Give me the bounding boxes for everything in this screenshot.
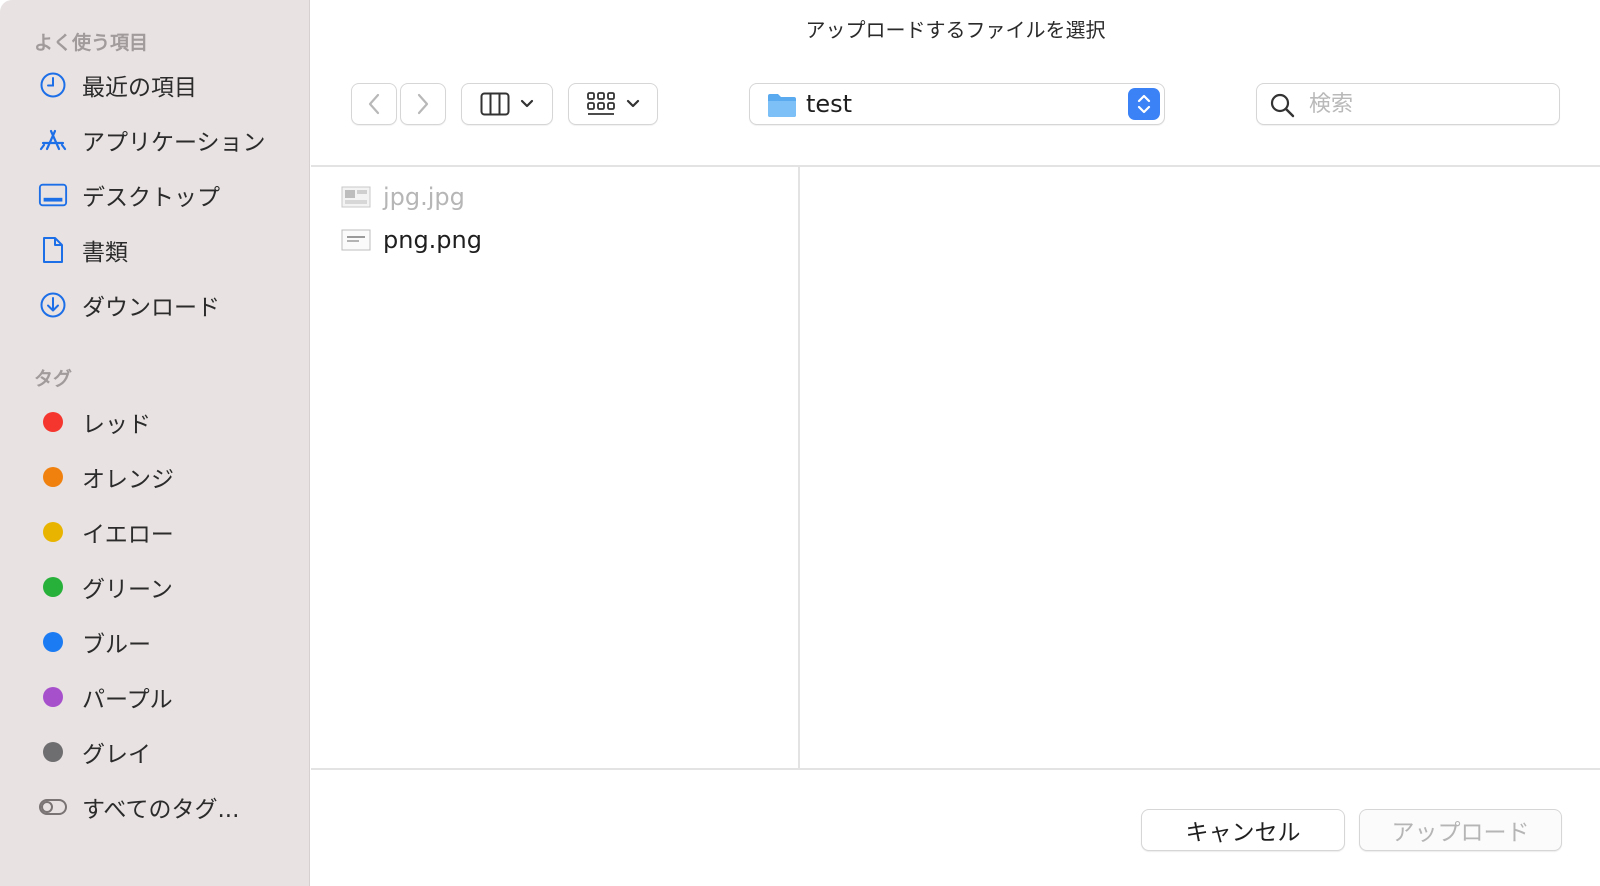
tag-dot-icon	[38, 737, 68, 767]
sidebar: よく使う項目 最近の項目 アプリケーション デスクトップ 書類 ダウンロード タ…	[0, 0, 310, 886]
sidebar-item-documents[interactable]: 書類	[0, 227, 300, 273]
folder-path-popup[interactable]: test	[749, 83, 1165, 125]
image-thumbnail-icon	[341, 186, 371, 208]
search-input[interactable]	[1309, 88, 1549, 120]
sidebar-item-label: イエロー	[82, 522, 174, 548]
search-icon	[1270, 93, 1295, 118]
file-row-png[interactable]: png.png	[341, 220, 781, 260]
sidebar-item-applications[interactable]: アプリケーション	[0, 117, 300, 163]
tag-dot-icon	[38, 407, 68, 437]
tag-dot-icon	[38, 627, 68, 657]
sidebar-tag-blue[interactable]: ブルー	[0, 619, 300, 665]
applications-icon	[38, 125, 68, 155]
sidebar-item-label: 最近の項目	[82, 75, 197, 101]
popup-stepper-icon	[1128, 88, 1160, 120]
sidebar-item-label: グレイ	[82, 742, 151, 768]
sidebar-item-label: ブルー	[82, 632, 151, 658]
sidebar-tag-orange[interactable]: オレンジ	[0, 454, 300, 500]
sidebar-tag-purple[interactable]: パープル	[0, 674, 300, 720]
sidebar-item-recents[interactable]: 最近の項目	[0, 62, 300, 108]
tag-dot-icon	[38, 572, 68, 602]
tag-dot-icon	[38, 517, 68, 547]
preview-column	[802, 167, 1600, 768]
tag-dot-icon	[38, 682, 68, 712]
sidebar-item-label: オレンジ	[82, 467, 174, 493]
chevron-down-icon	[626, 99, 640, 108]
sidebar-item-label: ダウンロード	[82, 295, 220, 321]
file-browser: アップロードするファイルを選択 test jpg.jpg png.png	[311, 0, 1600, 886]
sidebar-tag-green[interactable]: グリーン	[0, 564, 300, 610]
sidebar-item-label: グリーン	[82, 577, 173, 603]
chevron-right-icon	[417, 93, 429, 115]
search-field[interactable]	[1256, 83, 1560, 125]
upload-button[interactable]: アップロード	[1359, 809, 1562, 851]
grid-icon	[587, 92, 615, 115]
sidebar-item-downloads[interactable]: ダウンロード	[0, 282, 300, 328]
folder-icon	[768, 94, 796, 117]
sidebar-item-label: 書類	[82, 240, 128, 266]
chevron-left-icon	[368, 93, 380, 115]
columns-view-icon	[480, 92, 510, 116]
sidebar-item-desktop[interactable]: デスクトップ	[0, 172, 300, 218]
file-column[interactable]: jpg.jpg png.png	[311, 167, 800, 768]
sidebar-tag-red[interactable]: レッド	[0, 399, 300, 445]
sidebar-tag-gray[interactable]: グレイ	[0, 729, 300, 775]
tag-dot-icon	[38, 462, 68, 492]
sidebar-tag-yellow[interactable]: イエロー	[0, 509, 300, 555]
chevron-down-icon	[520, 99, 534, 108]
view-mode-button[interactable]	[461, 83, 553, 125]
sidebar-item-label: デスクトップ	[82, 185, 220, 211]
footer-divider	[311, 768, 1600, 770]
all-tags-icon	[38, 792, 68, 822]
image-thumbnail-icon	[341, 229, 371, 251]
document-icon	[38, 235, 68, 265]
desktop-icon	[38, 180, 68, 210]
sidebar-all-tags[interactable]: すべてのタグ...	[0, 784, 300, 830]
group-by-button[interactable]	[568, 83, 658, 125]
sidebar-item-label: パープル	[82, 687, 173, 713]
favorites-section-title: よく使う項目	[34, 32, 149, 54]
tags-section-title: タグ	[34, 368, 73, 390]
download-icon	[38, 290, 68, 320]
forward-button[interactable]	[400, 83, 446, 125]
file-name: jpg.jpg	[383, 183, 465, 211]
cancel-button[interactable]: キャンセル	[1141, 809, 1345, 851]
current-folder-name: test	[806, 90, 853, 118]
file-row-jpg[interactable]: jpg.jpg	[341, 177, 781, 217]
dialog-title: アップロードするファイルを選択	[805, 18, 1106, 42]
clock-icon	[38, 70, 68, 100]
sidebar-item-label: すべてのタグ...	[82, 797, 240, 823]
back-button[interactable]	[351, 83, 397, 125]
sidebar-item-label: アプリケーション	[82, 130, 266, 156]
file-name: png.png	[383, 226, 482, 254]
sidebar-item-label: レッド	[82, 412, 151, 438]
